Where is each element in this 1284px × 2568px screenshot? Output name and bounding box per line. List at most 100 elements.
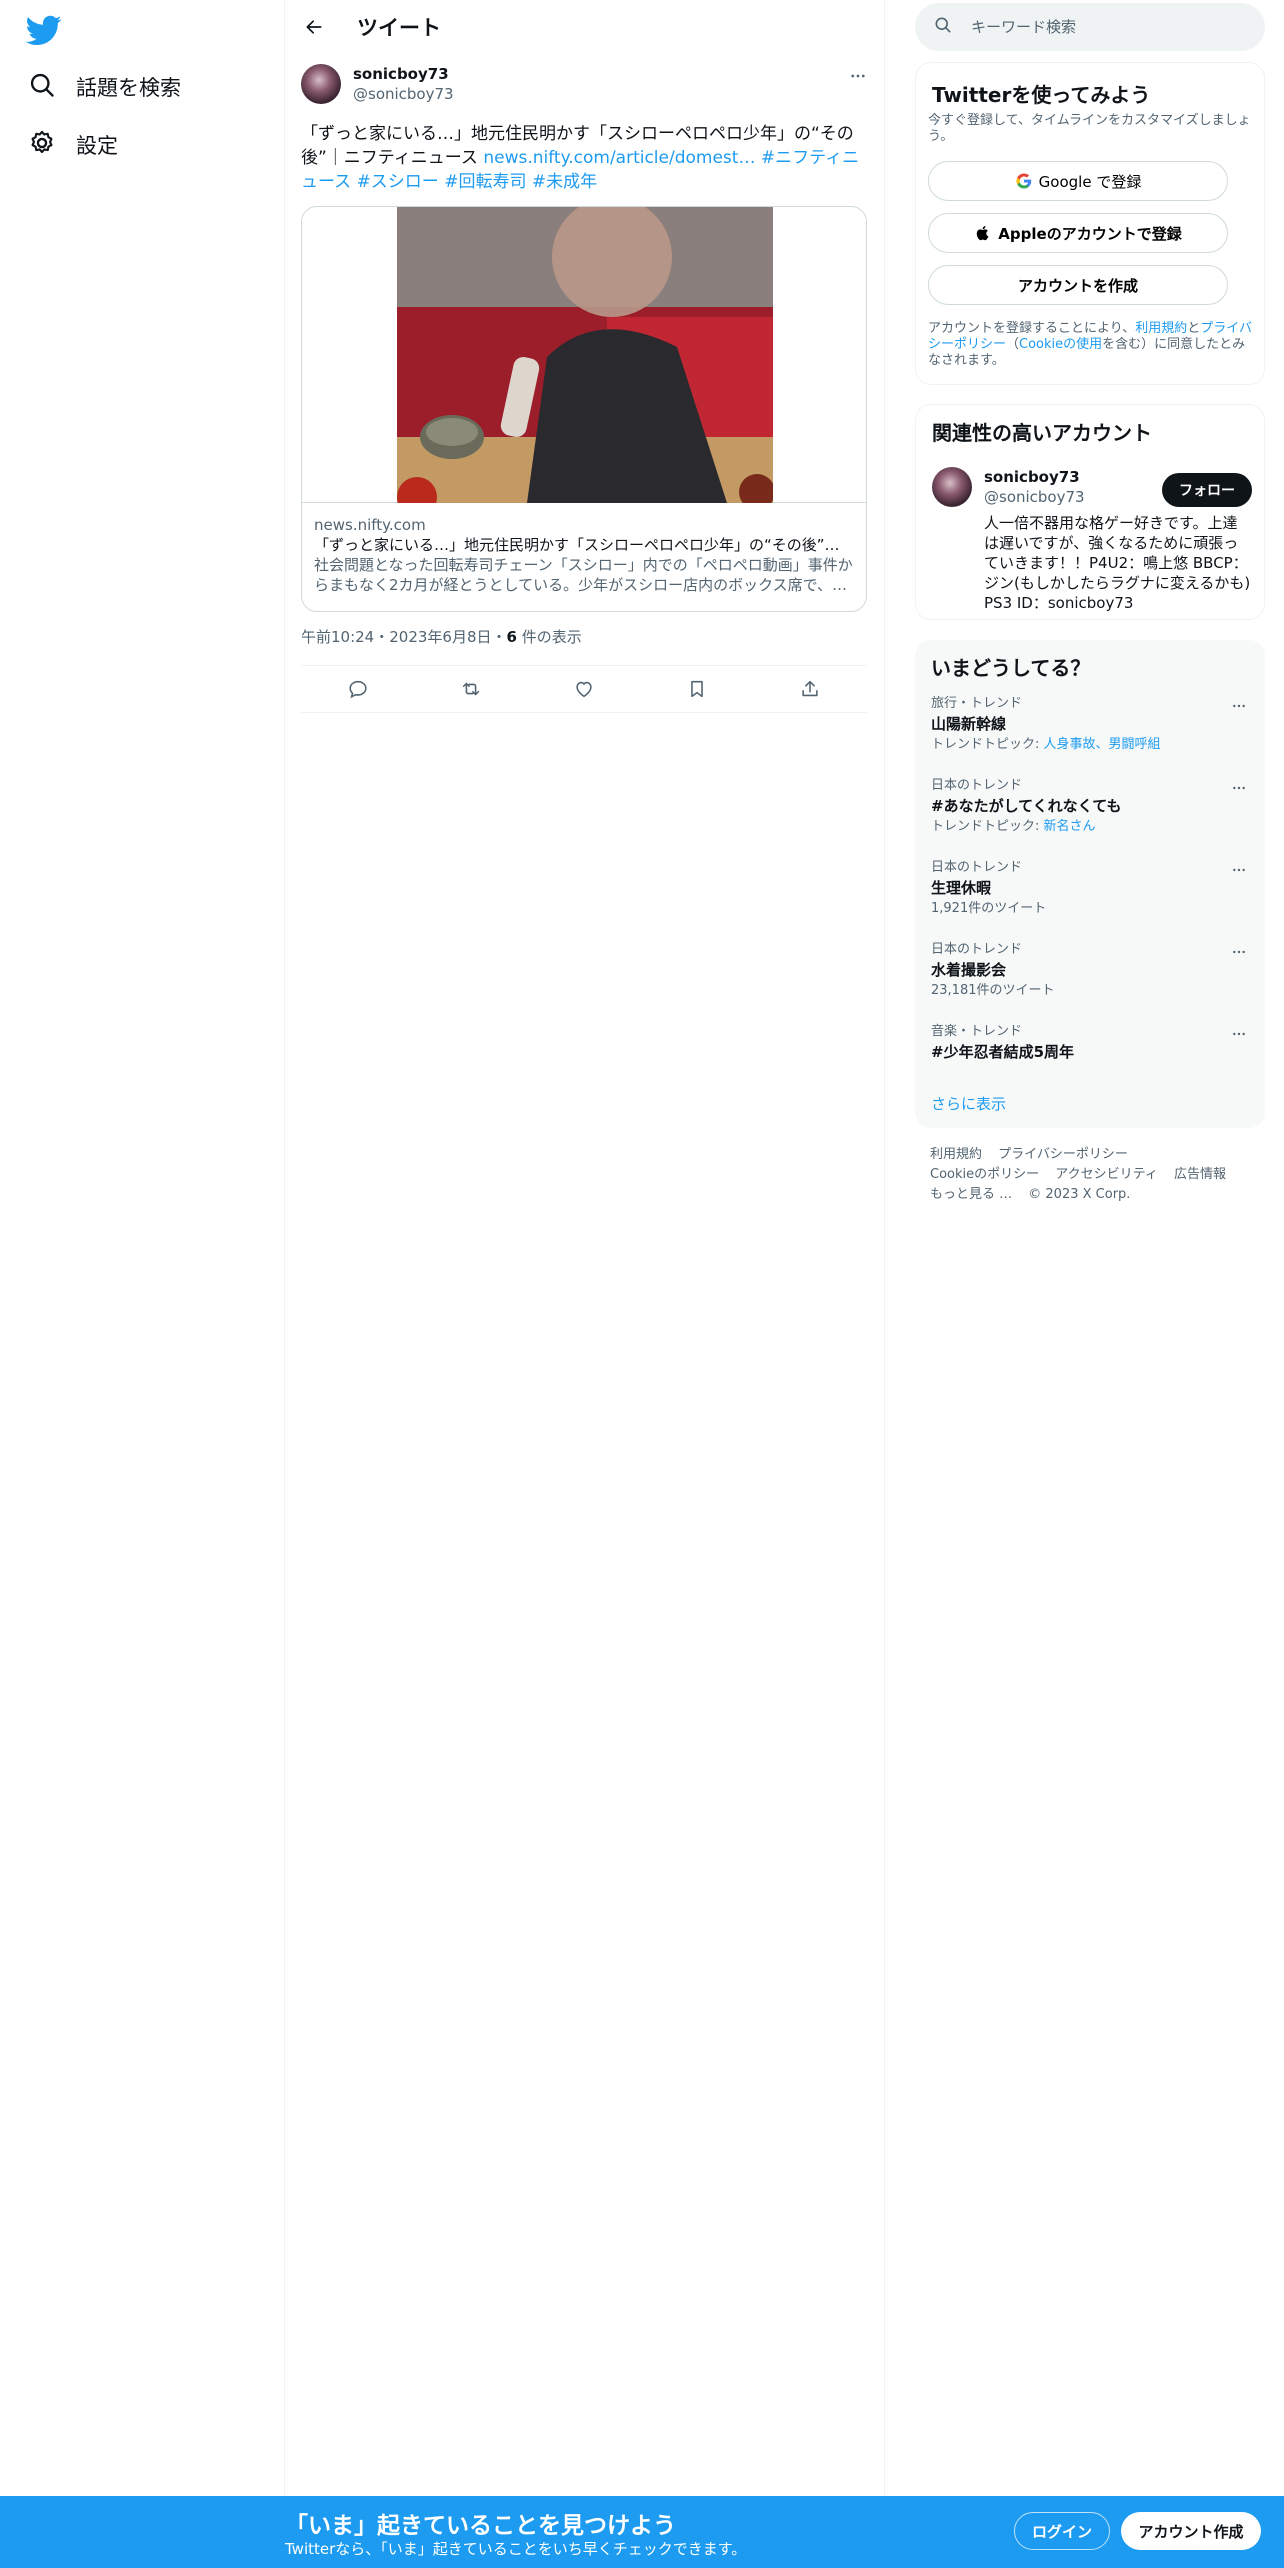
share-icon[interactable] xyxy=(793,672,827,706)
related-accounts-panel: 関連性の高いアカウント sonicboy73 @sonicboy73 フォロー … xyxy=(915,404,1265,620)
more-options-icon[interactable] xyxy=(1229,778,1249,798)
footer-link[interactable]: 広告情報 xyxy=(1174,1167,1226,1182)
trend-sub: トレンドトピック: 人身事故、男闘呼組 xyxy=(931,737,1249,753)
hashtag[interactable]: #スシロー xyxy=(357,172,439,192)
page-header: ツイート xyxy=(285,0,885,54)
cookie-link[interactable]: Cookieの使用 xyxy=(1019,337,1102,352)
trend-item[interactable]: 音楽・トレンド #少年忍者結成5周年 xyxy=(931,1024,1249,1062)
tweet-actions xyxy=(301,665,867,713)
retweet-icon[interactable] xyxy=(454,672,488,706)
twitter-logo-icon[interactable] xyxy=(25,12,62,48)
trend-item[interactable]: 日本のトレンド 生理休暇 1,921件のツイート xyxy=(931,860,1249,917)
copyright: © 2023 X Corp. xyxy=(1028,1187,1131,1202)
reply-icon[interactable] xyxy=(341,672,375,706)
trend-meta: 日本のトレンド xyxy=(931,860,1023,875)
link-card[interactable]: news.nifty.com 「ずっと家にいる…」地元住民明かす「スシローペロペ… xyxy=(301,206,867,612)
avatar[interactable] xyxy=(932,467,972,507)
create-account-button[interactable]: アカウントを作成 xyxy=(928,265,1228,305)
tweet-author[interactable]: sonicboy73 @sonicboy73 xyxy=(301,64,454,104)
more-options-icon[interactable] xyxy=(848,66,868,86)
card-photo xyxy=(397,207,773,503)
google-signup-button[interactable]: Google で登録 xyxy=(928,161,1228,201)
tweet-text: 「ずっと家にいる…」地元住民明かす「スシローペロペロ少年」の“その後”｜ニフティ… xyxy=(301,122,867,194)
search-input[interactable] xyxy=(971,18,1251,36)
related-user-handle[interactable]: @sonicboy73 xyxy=(984,487,1085,507)
terms-link[interactable]: 利用規約 xyxy=(1135,321,1187,336)
back-arrow-icon[interactable] xyxy=(299,12,329,42)
trend-item[interactable]: 日本のトレンド #あなたがしてくれなくても トレンドトピック: 新名さん xyxy=(931,778,1249,835)
trend-tweet-count: 23,181件のツイート xyxy=(931,983,1055,998)
banner-title: 「いま」起きていることを見つけよう xyxy=(285,2513,676,2539)
login-button[interactable]: ログイン xyxy=(1014,2512,1110,2550)
nav-explore-label: 話題を検索 xyxy=(76,76,181,100)
footer-link[interactable]: アクセシビリティ xyxy=(1055,1167,1158,1182)
card-title: 「ずっと家にいる…」地元住民明かす「スシローペロペロ少年」の“その後”｜ニフティ… xyxy=(314,536,854,554)
nav-explore[interactable]: 話題を検索 xyxy=(28,65,181,109)
footer-link[interactable]: プライバシーポリシー xyxy=(998,1147,1128,1162)
like-icon[interactable] xyxy=(567,672,601,706)
trend-item[interactable]: 日本のトレンド 水着撮影会 23,181件のツイート xyxy=(931,942,1249,999)
apple-signup-button[interactable]: Appleのアカウントで登録 xyxy=(928,213,1228,253)
trend-item[interactable]: 旅行・トレンド 山陽新幹線 トレンドトピック: 人身事故、男闘呼組 xyxy=(931,696,1249,753)
trend-name: 水着撮影会 xyxy=(931,961,1007,979)
related-user-name[interactable]: sonicboy73 xyxy=(984,467,1085,487)
cookie-open: （ xyxy=(1006,337,1020,352)
trend-name: #あなたがしてくれなくても xyxy=(931,797,1122,815)
main-column: ツイート sonicboy73 @sonicboy73 「ずっと家にいる…」地元… xyxy=(285,0,885,2568)
trend-tweet-count: 1,921件のツイート xyxy=(931,901,1047,916)
trend-sub: トレンドトピック: 新名さん xyxy=(931,819,1249,835)
more-options-icon[interactable] xyxy=(1229,1024,1249,1044)
trend-meta: 旅行・トレンド xyxy=(931,696,1023,711)
apple-signup-label: Appleのアカウントで登録 xyxy=(998,224,1182,243)
left-nav: 話題を検索 設定 xyxy=(0,0,285,2568)
avatar[interactable] xyxy=(301,64,341,104)
footer-links: 利用規約 プライバシーポリシー Cookieのポリシー アクセシビリティ 広告情… xyxy=(930,1145,1260,1205)
tweet-timestamp: 午前10:24・2023年6月8日・6 件の表示 xyxy=(301,627,582,647)
google-icon xyxy=(1016,173,1031,189)
signup-banner: 「いま」起きていることを見つけよう Twitterなら、「いま」起きていることを… xyxy=(0,2496,1284,2568)
trend-meta: 日本のトレンド xyxy=(931,778,1023,793)
terms-text: アカウントを登録することにより、利用規約とプライバシーポリシー（Cookieの使… xyxy=(928,321,1254,369)
author-name[interactable]: sonicboy73 xyxy=(353,64,454,84)
create-account-label: アカウントを作成 xyxy=(1017,276,1138,295)
search-box[interactable] xyxy=(915,3,1265,51)
bookmark-icon[interactable] xyxy=(680,672,714,706)
footer-link[interactable]: もっと見る … xyxy=(930,1187,1012,1202)
author-handle[interactable]: @sonicboy73 xyxy=(353,84,454,104)
tweet-link[interactable]: news.nifty.com/article/domest… xyxy=(483,148,755,168)
related-user-bio: 人一倍不器用な格ゲー好きです。上達は遅いですが、強くなるために頑張っていきます！… xyxy=(984,514,1251,612)
trend-sub-prefix: トレンドトピック: xyxy=(931,819,1044,834)
more-options-icon[interactable] xyxy=(1229,696,1249,716)
signup-title: Twitterを使ってみよう xyxy=(932,83,1151,107)
card-image[interactable] xyxy=(302,207,866,503)
trend-meta: 音楽・トレンド xyxy=(931,1024,1023,1039)
trend-sub-prefix: トレンドトピック: xyxy=(931,737,1044,752)
show-more-link[interactable]: さらに表示 xyxy=(931,1093,1006,1114)
signup-button[interactable]: アカウント作成 xyxy=(1121,2512,1261,2550)
trend-name: 山陽新幹線 xyxy=(931,715,1007,733)
trend-topic-link[interactable]: 新名さん xyxy=(1044,819,1096,834)
signup-subtitle: 今すぐ登録して、タイムラインをカスタマイズしましょう。 xyxy=(928,113,1251,144)
trend-meta: 日本のトレンド xyxy=(931,942,1023,957)
view-count: 6 xyxy=(506,628,517,646)
page-title: ツイート xyxy=(357,16,441,40)
more-options-icon[interactable] xyxy=(1229,860,1249,880)
more-options-icon[interactable] xyxy=(1229,942,1249,962)
tweet-time[interactable]: 午前10:24・2023年6月8日・ xyxy=(301,628,507,646)
hashtag[interactable]: #未成年 xyxy=(532,172,597,192)
trend-topic-link[interactable]: 人身事故、男闘呼組 xyxy=(1044,737,1161,752)
google-signup-label: Google で登録 xyxy=(1038,172,1142,191)
footer-link[interactable]: Cookieのポリシー xyxy=(930,1167,1039,1182)
trend-name: 生理休暇 xyxy=(931,879,992,897)
trend-name: #少年忍者結成5周年 xyxy=(931,1043,1075,1061)
gear-icon xyxy=(28,129,56,161)
hashtag[interactable]: #回転寿司 xyxy=(444,172,526,192)
signup-panel: Twitterを使ってみよう 今すぐ登録して、タイムラインをカスタマイズしましょ… xyxy=(915,62,1265,385)
trends-title: いまどうしてる？ xyxy=(931,656,1091,680)
footer-link[interactable]: 利用規約 xyxy=(930,1147,982,1162)
nav-settings[interactable]: 設定 xyxy=(28,123,118,167)
nav-settings-label: 設定 xyxy=(76,134,118,158)
follow-button[interactable]: フォロー xyxy=(1162,473,1252,507)
terms-prefix: アカウントを登録することにより、 xyxy=(928,321,1136,336)
banner-subtitle: Twitterなら、「いま」起きていることをいち早くチェックできます。 xyxy=(285,2540,747,2558)
